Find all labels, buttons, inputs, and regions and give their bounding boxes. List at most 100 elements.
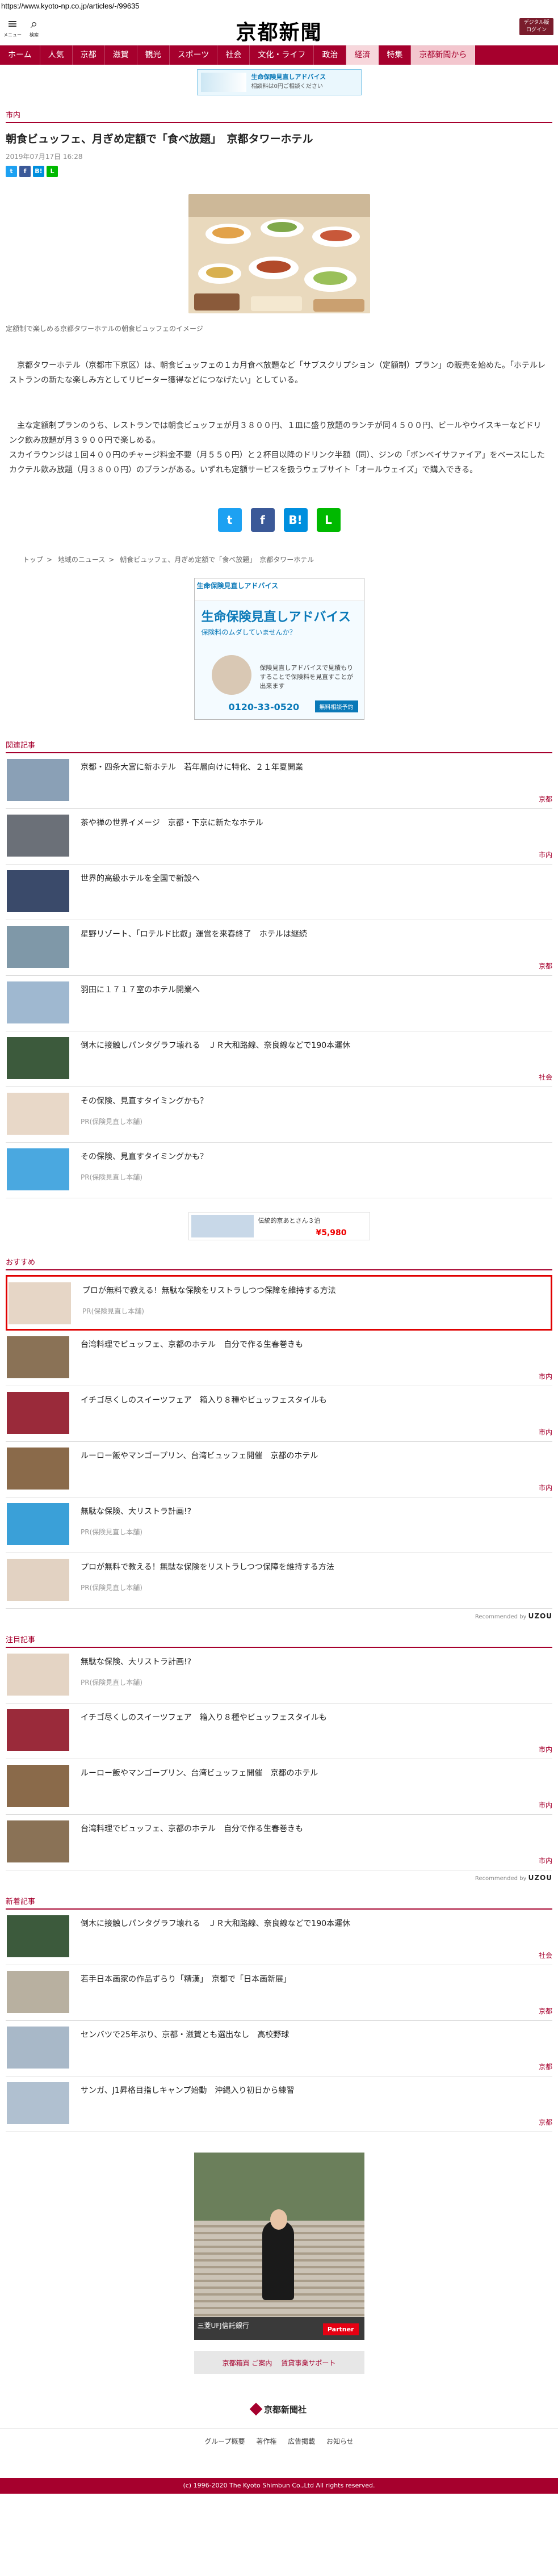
list-item[interactable]: 世界的高級ホテルを全国で新設へ <box>6 865 552 920</box>
list-item[interactable]: センバツで25年ぶり、京都・滋賀とも選出なし 高校野球 京都 <box>6 2021 552 2076</box>
item-tag[interactable]: 京都 <box>539 794 552 804</box>
site-header: ≡ メニュー ⌕ 検索 京都新聞 デジタル版 ログイン <box>0 12 558 45</box>
footer-logo[interactable]: 京都新聞社 <box>0 2402 558 2416</box>
nav-item[interactable]: 京都 <box>73 45 105 65</box>
footer-link[interactable]: お知らせ <box>326 2437 354 2445</box>
footer-button[interactable]: 京都箱買 ご案内 <box>223 2358 272 2368</box>
hotel-ad[interactable]: 伝統的京あとさん３泊 ¥5,980 <box>188 1212 370 1240</box>
article-photo <box>188 194 370 313</box>
line-share-icon[interactable]: L <box>316 508 341 532</box>
item-thumbnail <box>7 815 69 857</box>
facebook-share-icon[interactable]: f <box>250 508 275 532</box>
nav-item[interactable]: スポーツ <box>170 45 218 65</box>
list-item[interactable]: プロが無料で教える！無駄な保険をリストラしつつ保障を維持する方法 PR(保険見直し… <box>6 1553 552 1609</box>
hatena-share-icon[interactable]: B! <box>33 166 44 177</box>
twitter-share-icon[interactable]: t <box>6 166 17 177</box>
nav-item[interactable]: 社会 <box>217 45 250 65</box>
item-sponsor: PR(保険見直し本舗) <box>81 1584 142 1592</box>
list-item[interactable]: その保険、見直すタイミングかも？ PR(保険見直し本舗) <box>6 1143 552 1198</box>
item-title: 倒木に接触しパンタグラフ壊れる ＪＲ大和路線、奈良線などで190本運休 <box>81 1041 351 1050</box>
item-tag[interactable]: 京都 <box>539 2006 552 2016</box>
list-item[interactable]: その保険、見直すタイミングかも？ PR(保険見直し本舗) <box>6 1087 552 1143</box>
item-tag[interactable]: 市内 <box>539 850 552 859</box>
site-logo[interactable]: 京都新聞 <box>0 16 558 45</box>
line-share-icon[interactable]: L <box>47 166 58 177</box>
item-title: 若手日本画家の作品ずらり「精漢」 京都で「日本画新展」 <box>81 1975 291 1984</box>
footer-button[interactable]: 賃貸事業サポート <box>281 2358 335 2368</box>
latest-list: 倒木に接触しパンタグラフ壊れる ＪＲ大和路線、奈良線などで190本運休社会若手日… <box>0 1910 558 2132</box>
item-tag[interactable]: 社会 <box>539 1950 552 1960</box>
list-item[interactable]: 倒木に接触しパンタグラフ壊れる ＪＲ大和路線、奈良線などで190本運休社会 <box>6 1031 552 1087</box>
ad-cta-button[interactable]: 無料相談予約 <box>314 700 358 712</box>
bank-ad[interactable]: 三菱UFJ信託銀行 Partner <box>194 2153 364 2340</box>
digital-login-button[interactable]: デジタル版 ログイン <box>519 18 553 35</box>
item-thumbnail <box>7 1765 69 1807</box>
item-tag[interactable]: 市内 <box>539 1427 552 1437</box>
nav-item[interactable]: 経済 <box>346 45 379 65</box>
list-item[interactable]: 茶や禅の世界イメージ 京都・下京に新たなホテル市内 <box>6 809 552 865</box>
url-bar[interactable]: https://www.kyoto-np.co.jp/articles/-/99… <box>0 0 558 12</box>
share-buttons-large: t f B! L <box>0 508 558 532</box>
list-item[interactable]: 台湾料理でビュッフェ、京都のホテル 自分で作る生春巻きも 市内 <box>6 1331 552 1386</box>
ad-person <box>262 2221 294 2300</box>
footer-link[interactable]: 著作権 <box>256 2437 276 2445</box>
list-item[interactable]: サンガ、J1昇格目指しキャンプ始動 沖縄入り初日から練習 京都 <box>6 2076 552 2132</box>
item-tag[interactable]: 市内 <box>539 1744 552 1754</box>
item-tag[interactable]: 社会 <box>539 1072 552 1082</box>
item-title: その保険、見直すタイミングかも？ <box>81 1097 208 1106</box>
recommended-by[interactable]: Recommended by UZOU <box>6 1612 552 1620</box>
item-tag[interactable]: 市内 <box>539 1371 552 1381</box>
article-category[interactable]: 市内 <box>6 106 552 123</box>
item-sponsor: PR(保険見直し本舗) <box>81 1173 142 1181</box>
list-item[interactable]: 若手日本画家の作品ずらり「精漢」 京都で「日本画新展」京都 <box>6 1965 552 2021</box>
item-thumbnail <box>7 1971 69 2013</box>
item-tag[interactable]: 市内 <box>539 1800 552 1810</box>
list-item[interactable]: イチゴ尽くしのスイーツフェア 箱入り８種やビュッフェスタイルも 市内 <box>6 1704 552 1759</box>
list-item[interactable]: 台湾料理でビュッフェ、京都のホテル 自分で作る生春巻きも 市内 <box>6 1815 552 1870</box>
nav-item[interactable]: 文化・ライフ <box>250 45 314 65</box>
item-title: 茶や禅の世界イメージ 京都・下京に新たなホテル <box>81 819 263 828</box>
recommended-by[interactable]: Recommended by UZOU <box>6 1874 552 1882</box>
item-title: プロが無料で教える！無駄な保険をリストラしつつ保障を維持する方法 <box>82 1286 336 1295</box>
item-tag[interactable]: 京都 <box>539 2062 552 2071</box>
breadcrumb-item[interactable]: トップ <box>23 556 43 564</box>
nav-item[interactable]: 政治 <box>314 45 347 65</box>
item-title: 京都・四条大宮に新ホテル 若年層向けに特化、２１年夏開業 <box>81 763 303 772</box>
item-title: 世界的高級ホテルを全国で新設へ <box>81 874 200 883</box>
list-item[interactable]: ルーロー飯やマンゴープリン、台湾ビュッフェ開催 京都のホテル 市内 <box>6 1759 552 1815</box>
item-sponsor: PR(保険見直し本舗) <box>81 1528 142 1536</box>
item-title: 羽田に１７１７室のホテル開業へ <box>81 985 200 995</box>
list-item[interactable]: ルーロー飯やマンゴープリン、台湾ビュッフェ開催 京都のホテル 市内 <box>6 1442 552 1497</box>
nav-item[interactable]: 京都新聞から <box>411 45 476 65</box>
twitter-share-icon[interactable]: t <box>217 508 242 532</box>
list-item[interactable]: プロが無料で教える！無駄な保険をリストラしつつ保障を維持する方法 PR(保険見直し… <box>6 1275 552 1331</box>
item-tag[interactable]: 市内 <box>539 1856 552 1865</box>
list-item[interactable]: 羽田に１７１７室のホテル開業へ <box>6 976 552 1031</box>
nav-item[interactable]: 特集 <box>379 45 412 65</box>
latest-heading: 新着記事 <box>6 1892 552 1910</box>
footer-link[interactable]: 広告掲載 <box>288 2437 315 2445</box>
insurance-ad[interactable]: 生命保険見直しアドバイス 生命保険見直しアドバイス 保険料のムダしていませんか？… <box>194 578 364 720</box>
nav-item[interactable]: 滋賀 <box>105 45 137 65</box>
item-sponsor: PR(保険見直し本舗) <box>82 1307 144 1315</box>
hatena-share-icon[interactable]: B! <box>283 508 308 532</box>
item-tag[interactable]: 市内 <box>539 1483 552 1492</box>
list-item[interactable]: 星野リゾート、「ロテルド比叡」運営を来春終了 ホテルは継続 京都 <box>6 920 552 976</box>
item-title: 無駄な保険、大リストラ計画!? <box>81 1658 192 1667</box>
nav-item[interactable]: ホーム <box>0 45 40 65</box>
copyright: (c) 1996-2020 The Kyoto Shimbun Co.,Ltd … <box>0 2478 558 2494</box>
facebook-share-icon[interactable]: f <box>19 166 31 177</box>
list-item[interactable]: 無駄な保険、大リストラ計画!? PR(保険見直し本舗) <box>6 1497 552 1553</box>
breadcrumb-item[interactable]: 地域のニュース <box>58 556 105 564</box>
nav-item[interactable]: 人気 <box>40 45 73 65</box>
nav-item[interactable]: 観光 <box>137 45 170 65</box>
list-item[interactable]: イチゴ尽くしのスイーツフェア 箱入り８種やビュッフェスタイルも 市内 <box>6 1386 552 1442</box>
list-item[interactable]: 無駄な保険、大リストラ計画!? PR(保険見直し本舗) <box>6 1648 552 1704</box>
list-item[interactable]: 京都・四条大宮に新ホテル 若年層向けに特化、２１年夏開業京都 <box>6 753 552 809</box>
item-tag[interactable]: 京都 <box>539 961 552 971</box>
item-title: 倒木に接触しパンタグラフ壊れる ＪＲ大和路線、奈良線などで190本運休 <box>81 1919 351 1928</box>
list-item[interactable]: 倒木に接触しパンタグラフ壊れる ＪＲ大和路線、奈良線などで190本運休社会 <box>6 1910 552 1965</box>
footer-link[interactable]: グループ概要 <box>204 2437 245 2445</box>
top-banner-ad[interactable]: 生命保険見直しアドバイス 相談料は0円ご相談ください <box>196 69 362 95</box>
item-tag[interactable]: 京都 <box>539 2117 552 2127</box>
